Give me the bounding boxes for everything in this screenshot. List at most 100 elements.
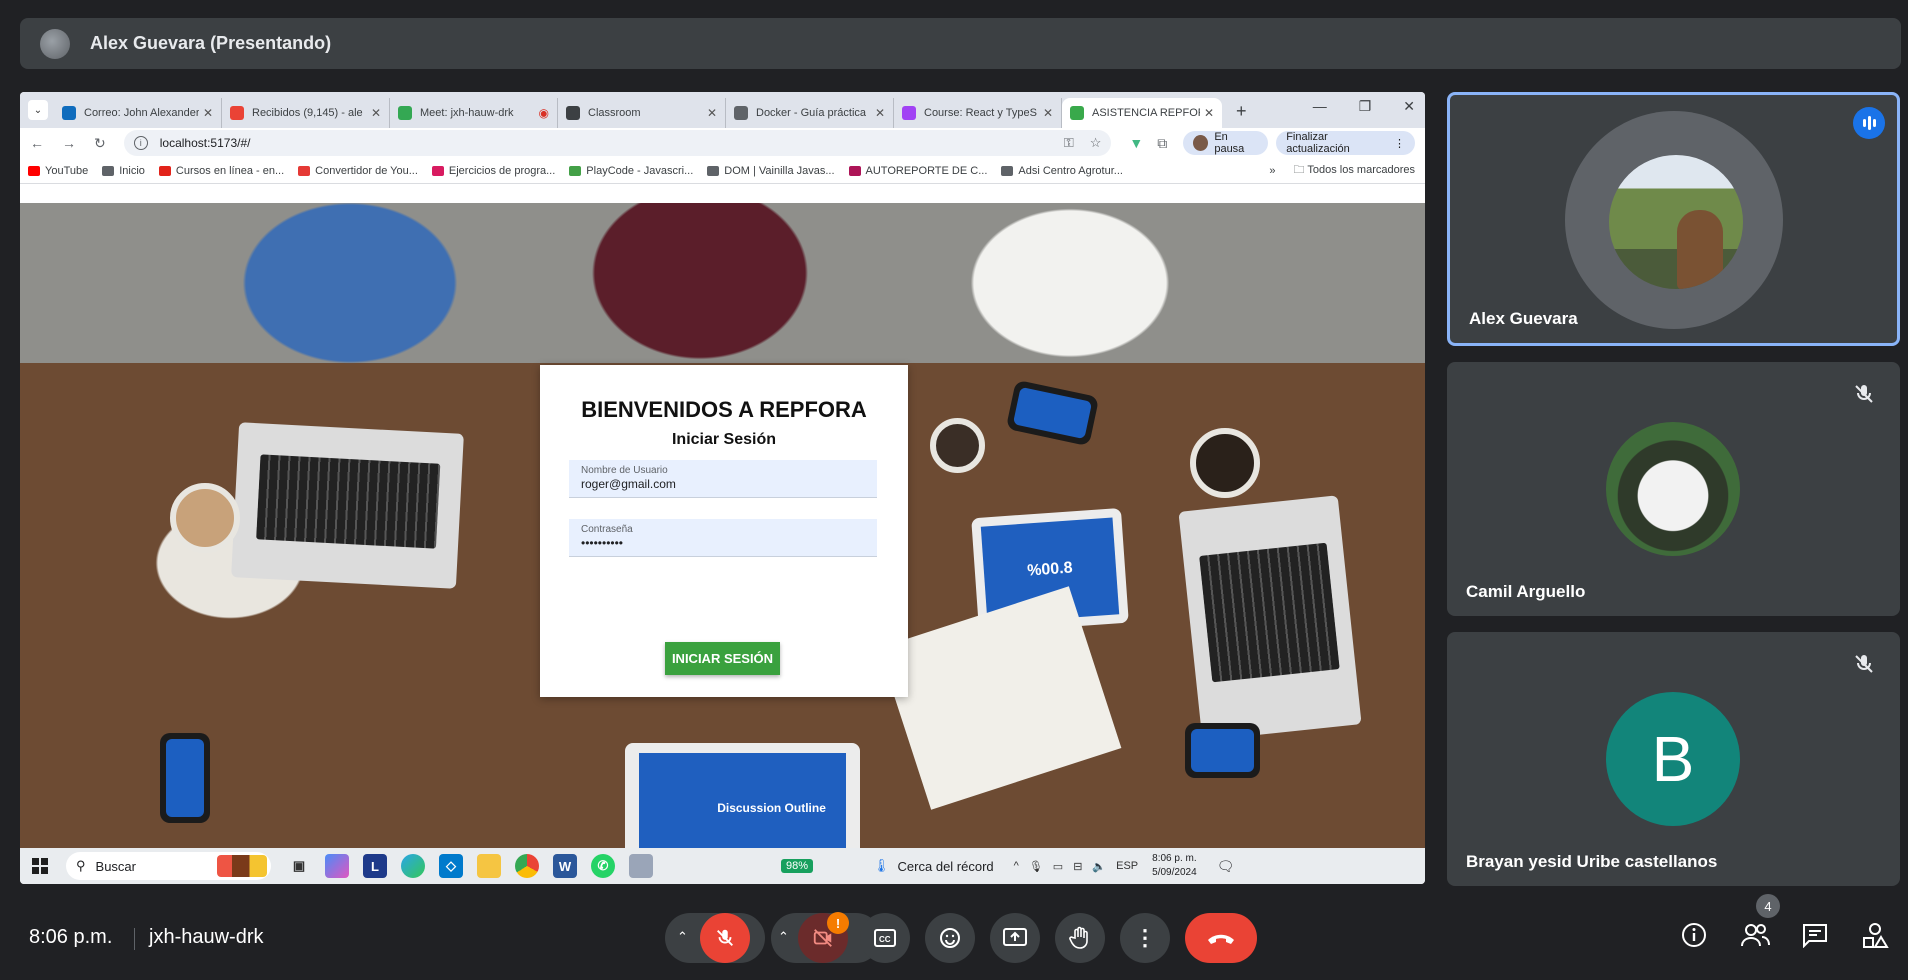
language-indicator[interactable]: ESP (1116, 860, 1138, 872)
close-tab-icon[interactable]: ✕ (203, 106, 213, 120)
outlook-icon (62, 106, 76, 120)
close-tab-icon[interactable]: ✕ (1043, 106, 1053, 120)
camera-options-chevron-icon[interactable]: ⌃ (778, 929, 789, 945)
bookmark-item[interactable]: Cursos en línea - en... (158, 165, 284, 177)
battery-icon[interactable]: ▭ (1053, 860, 1063, 873)
username-field[interactable]: Nombre de Usuario roger@gmail.com (569, 460, 877, 498)
gmail-icon (230, 106, 244, 120)
new-tab-button[interactable]: + (1236, 101, 1247, 122)
bookmark-item[interactable]: Convertidor de You... (298, 165, 418, 177)
emoji-icon (940, 928, 960, 948)
participant-tile[interactable]: Camil Arguello (1447, 362, 1900, 616)
captions-button[interactable]: CC (860, 913, 910, 963)
edge-icon[interactable] (401, 854, 425, 878)
avatar (1609, 155, 1743, 289)
recording-icon[interactable]: ◉ (539, 106, 549, 120)
people-icon[interactable] (1740, 922, 1770, 948)
vue-devtools-icon[interactable]: ▼ (1129, 135, 1143, 151)
presenter-bar: Alex Guevara (Presentando) (20, 18, 1901, 69)
chrome-icon[interactable] (515, 854, 539, 878)
participant-tile[interactable]: Alex Guevara (1447, 92, 1900, 346)
udemy-icon (902, 106, 916, 120)
taskbar-clock[interactable]: 8:06 p. m. 5/09/2024 (1152, 852, 1197, 880)
bookmark-item[interactable]: DOM | Vainilla Javas... (707, 165, 835, 177)
avatar-initial: B (1606, 692, 1740, 826)
browser-tab[interactable]: Docker - Guía práctica ✕ (726, 98, 894, 128)
close-tab-icon[interactable]: ✕ (1204, 106, 1214, 120)
bookmark-item[interactable]: Inicio (102, 165, 145, 177)
avatar (1606, 422, 1740, 556)
divider (134, 928, 135, 950)
browser-tab[interactable]: Meet: jxh-hauw-drk ◉ (390, 98, 558, 128)
mic-toggle-button[interactable] (700, 913, 750, 963)
minimize-icon[interactable]: — (1313, 98, 1327, 115)
word-icon[interactable]: W (553, 854, 577, 878)
browser-tab[interactable]: Correo: John Alexander ✕ (54, 98, 222, 128)
bookmark-item[interactable]: Adsi Centro Agrotur... (1001, 165, 1123, 177)
photo-laptop (1178, 495, 1362, 741)
site-info-icon[interactable]: i (133, 136, 148, 150)
taskbar-search[interactable]: ⚲ Buscar (66, 852, 271, 880)
microphone-icon[interactable]: 🎙 (1029, 860, 1043, 873)
meeting-details-icon[interactable] (1681, 922, 1707, 948)
browser-tab[interactable]: Recibidos (9,145) - ale ✕ (222, 98, 390, 128)
participant-tile[interactable]: B Brayan yesid Uribe castellanos (1447, 632, 1900, 886)
file-explorer-icon[interactable] (477, 854, 501, 878)
present-screen-button[interactable] (990, 913, 1040, 963)
profile-paused-chip[interactable]: En pausa (1183, 131, 1269, 155)
app-l-icon[interactable]: L (363, 854, 387, 878)
battery-indicator[interactable]: 98% (781, 859, 814, 873)
vscode-icon[interactable]: ◇ (439, 854, 463, 878)
more-bookmarks-icon[interactable]: » (1269, 165, 1275, 177)
youtube-icon (28, 165, 40, 176)
mic-off-icon (1855, 655, 1873, 673)
network-icon[interactable]: ⊟ (1073, 860, 1082, 873)
photos-icon[interactable] (629, 854, 653, 878)
url-input[interactable]: i localhost:5173/#/ ⚿ ☆ (123, 130, 1112, 156)
tab-search-icon[interactable]: ⌄ (28, 100, 48, 120)
close-tab-icon[interactable]: ✕ (371, 106, 381, 120)
task-view-icon[interactable]: ▣ (287, 854, 311, 878)
close-window-icon[interactable]: ✕ (1403, 98, 1415, 115)
restore-icon[interactable]: ❐ (1359, 98, 1372, 115)
key-icon[interactable]: ⚿ (1064, 135, 1074, 151)
notifications-icon[interactable]: 🗨 (1217, 858, 1235, 875)
mic-options-chevron-icon[interactable]: ⌃ (677, 929, 688, 945)
finish-update-button[interactable]: Finalizar actualización ⋮ (1276, 131, 1415, 155)
bookmark-item[interactable]: YouTube (28, 165, 88, 177)
bookmark-item[interactable]: AUTOREPORTE DE C... (848, 165, 987, 177)
photo-mug (930, 418, 985, 473)
bookmark-star-icon[interactable]: ☆ (1090, 135, 1102, 151)
forward-icon[interactable]: → (62, 135, 76, 151)
reload-icon[interactable]: ↻ (94, 135, 106, 152)
all-bookmarks-folder[interactable]: 🗀 Todos los marcadores (1294, 161, 1415, 180)
bookmark-item[interactable]: Ejercicios de progra... (431, 165, 555, 177)
browser-tab-active[interactable]: ASISTENCIA REPFORA✕ (1062, 98, 1222, 128)
photo-tablet: Discussion Outline (625, 743, 860, 848)
tray-chevron-icon[interactable]: ^ (1014, 860, 1019, 872)
volume-icon[interactable]: 🔈 (1092, 860, 1106, 873)
browser-tabbar: ⌄ Correo: John Alexander ✕ Recibidos (9,1… (20, 92, 1425, 128)
more-options-button[interactable]: ⋮ (1120, 913, 1170, 963)
whatsapp-icon[interactable]: ✆ (591, 854, 615, 878)
leave-call-button[interactable] (1185, 913, 1257, 963)
raise-hand-button[interactable] (1055, 913, 1105, 963)
bookmark-item[interactable]: PlayCode - Javascri... (569, 165, 693, 177)
chat-icon[interactable] (1801, 922, 1829, 948)
windows-start-icon[interactable] (32, 858, 48, 874)
extensions-icon[interactable]: ⧉ (1157, 135, 1167, 152)
weather-widget[interactable]: 🌡 Cerca del récord (873, 858, 994, 874)
back-icon[interactable]: ← (30, 135, 44, 151)
browser-tab[interactable]: Course: React y TypeS ✕ (894, 98, 1062, 128)
copilot-icon[interactable] (325, 854, 349, 878)
login-button[interactable]: INICIAR SESIÓN (665, 642, 780, 675)
close-tab-icon[interactable]: ✕ (707, 106, 717, 120)
password-field[interactable]: Contraseña •••••••••• (569, 519, 877, 557)
kebab-menu-icon[interactable]: ⋮ (1394, 137, 1405, 150)
reactions-button[interactable] (925, 913, 975, 963)
browser-tab[interactable]: Classroom ✕ (558, 98, 726, 128)
bookmark-icon (431, 165, 444, 176)
participant-name: Camil Arguello (1466, 582, 1586, 601)
close-tab-icon[interactable]: ✕ (875, 106, 885, 120)
activities-icon[interactable] (1861, 922, 1889, 950)
